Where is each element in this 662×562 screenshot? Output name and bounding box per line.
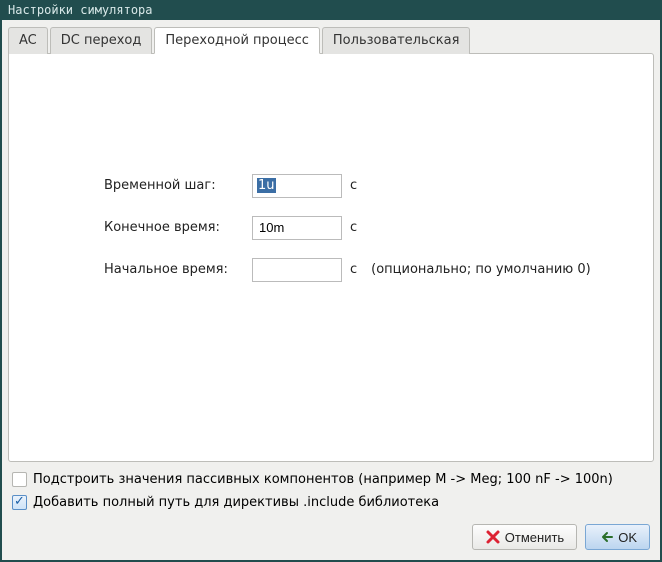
checkbox-adjust-passive[interactable] (12, 472, 27, 487)
unit-initial-time: с (350, 262, 357, 277)
input-time-step[interactable]: 1u (252, 174, 342, 198)
button-row: Отменить OK (10, 514, 652, 552)
tab-transient-label: Переходной процесс (165, 33, 309, 48)
tab-bar: AC DC переход Переходной процесс Пользов… (8, 26, 654, 53)
label-time-step: Временной шаг: (104, 178, 244, 193)
row-initial-time: Начальное время: с (опционально; по умол… (104, 258, 633, 282)
tab-custom-label: Пользовательская (333, 33, 460, 48)
tab-transient[interactable]: Переходной процесс (154, 27, 320, 54)
input-final-time[interactable] (252, 216, 342, 240)
form-area: Временной шаг: 1u с Конечное время: с На… (19, 174, 643, 342)
bottom-area: Подстроить значения пассивных компоненто… (8, 462, 654, 554)
row-time-step: Временной шаг: 1u с (104, 174, 633, 198)
cancel-button[interactable]: Отменить (472, 524, 577, 550)
window-title: Настройки симулятора (8, 3, 153, 17)
ok-button-label: OK (618, 530, 637, 545)
hint-initial-time: (опционально; по умолчанию 0) (371, 262, 591, 277)
unit-final-time: с (350, 220, 357, 235)
input-initial-time[interactable] (252, 258, 342, 282)
unit-time-step: с (350, 178, 357, 193)
tab-dc-sweep[interactable]: DC переход (50, 27, 153, 54)
check-row-fullpath: Добавить полный путь для директивы .incl… (10, 491, 652, 514)
tab-dc-label: DC переход (61, 33, 142, 48)
cancel-icon (485, 529, 501, 545)
checkbox-include-fullpath[interactable] (12, 495, 27, 510)
tab-panel-transient: Временной шаг: 1u с Конечное время: с На… (8, 53, 654, 462)
tab-ac[interactable]: AC (8, 27, 48, 54)
label-include-fullpath: Добавить полный путь для директивы .incl… (33, 495, 439, 510)
titlebar: Настройки симулятора (2, 2, 660, 20)
dialog-window: Настройки симулятора AC DC переход Перех… (0, 0, 662, 562)
label-adjust-passive: Подстроить значения пассивных компоненто… (33, 472, 613, 487)
row-final-time: Конечное время: с (104, 216, 633, 240)
label-initial-time: Начальное время: (104, 262, 244, 277)
cancel-button-label: Отменить (505, 530, 564, 545)
tab-ac-label: AC (19, 33, 37, 48)
ok-button[interactable]: OK (585, 524, 650, 550)
content-area: AC DC переход Переходной процесс Пользов… (2, 20, 660, 560)
check-row-adjust: Подстроить значения пассивных компоненто… (10, 468, 652, 491)
tab-custom[interactable]: Пользовательская (322, 27, 471, 54)
label-final-time: Конечное время: (104, 220, 244, 235)
input-time-step-value: 1u (257, 178, 276, 193)
ok-icon (598, 529, 614, 545)
